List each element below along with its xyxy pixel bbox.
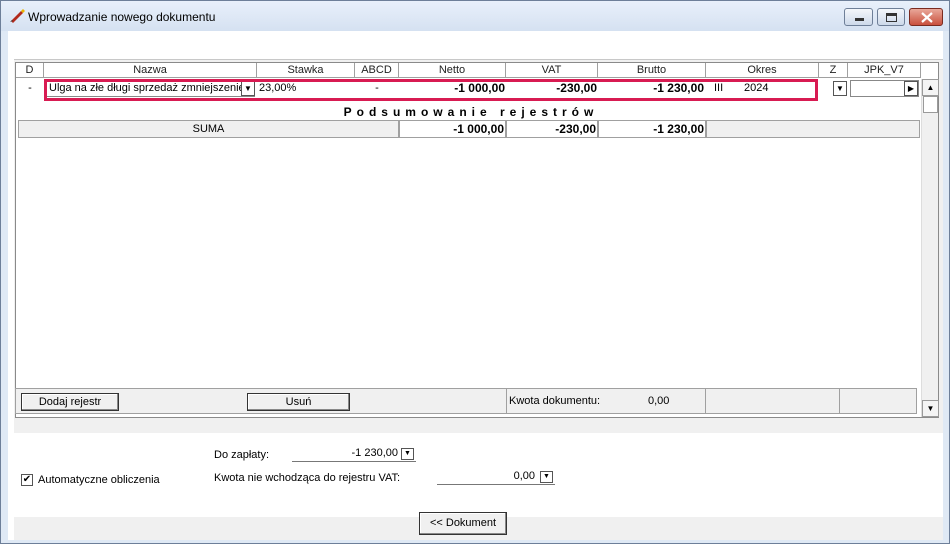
auto-calc-label[interactable]: Automatyczne obliczenia [38,474,160,486]
nazwa-combobox[interactable]: Ulga na złe długi sprzedaż zmniejszenie [46,80,255,97]
client-area: D Nazwa Stawka ABCD Netto VAT Brutto Okr… [8,31,943,540]
vat-cell[interactable]: -230,00 [506,79,597,98]
divider [705,389,706,413]
netto-cell[interactable]: -1 000,00 [399,79,505,98]
remove-label: Usuń [285,396,312,408]
jpk-expand-button[interactable]: ▶ [904,81,918,96]
doc-amount-value: 0,00 [648,395,670,407]
excluded-amount-field[interactable]: 0,00 [437,468,555,485]
summary-filler [706,120,920,138]
excluded-amount-dropdown[interactable]: ▼ [540,471,553,483]
summary-netto: -1 000,00 [399,120,506,138]
row-d-cell: - [28,82,32,94]
window: Wprowadzanie nowego dokumentu D Nazwa St… [0,0,950,544]
nazwa-value: Ulga na złe długi sprzedaż zmniejszenie [49,82,245,94]
back-to-document-button[interactable]: << Dokument [419,512,507,535]
nazwa-dropdown-button[interactable]: ▼ [241,81,255,96]
col-header-okres: Okres [706,63,819,78]
add-register-label: Dodaj rejestr [38,396,102,408]
summary-brutto: -1 230,00 [598,120,706,138]
okres-month-cell[interactable]: III [714,79,744,98]
divider [839,389,840,413]
col-header-d: D [16,63,44,78]
to-pay-dropdown[interactable]: ▼ [401,448,414,460]
title-bar: Wprowadzanie nowego dokumentu [1,1,949,31]
summary-label: SUMA [18,120,399,138]
col-header-z: Z [819,63,848,78]
maximize-icon [886,13,897,22]
summary-title: Podsumowanie rejestrów [343,105,599,119]
summary-vat: -230,00 [506,120,598,138]
auto-calc-checkbox[interactable]: ✔ [21,474,33,486]
add-register-button[interactable]: Dodaj rejestr [21,393,119,411]
chevron-down-icon: ▼ [543,473,550,480]
window-title: Wprowadzanie nowego dokumentu [28,10,216,24]
scroll-down-button[interactable]: ▼ [922,400,939,417]
minimize-button[interactable] [844,8,873,26]
close-icon [921,12,933,23]
excluded-amount-label: Kwota nie wchodząca do rejestru VAT: [214,472,401,484]
col-header-netto: Netto [399,63,506,78]
chevron-down-icon: ▼ [836,84,844,93]
chevron-down-icon: ▼ [244,84,252,93]
remove-button[interactable]: Usuń [247,393,350,411]
divider [506,389,507,413]
doc-amount-label: Kwota dokumentu: [509,395,601,407]
abcd-cell[interactable]: - [355,79,399,98]
minimize-icon [855,18,864,21]
stawka-cell[interactable]: 23,00% [259,79,355,98]
col-header-jpk: JPK_V7 [848,63,921,78]
register-toolbar: Dodaj rejestr Usuń Kwota dokumentu: 0,00 [15,388,917,414]
close-button[interactable] [909,8,943,26]
scroll-up-button[interactable]: ▲ [922,79,939,96]
brutto-cell[interactable]: -1 230,00 [598,79,704,98]
chevron-down-icon: ▼ [926,404,935,413]
scroll-thumb[interactable] [923,96,938,113]
chevron-down-icon: ▼ [404,450,411,457]
to-pay-field[interactable]: -1 230,00 [292,445,416,462]
pen-icon [10,9,25,23]
lower-panel: Do zapłaty: -1 230,00 ▼ ✔ Automatyczne o… [14,433,943,540]
col-header-brutto: Brutto [598,63,706,78]
check-icon: ✔ [22,474,32,485]
to-pay-label: Do zapłaty: [214,449,270,461]
col-header-abcd: ABCD [355,63,399,78]
col-header-vat: VAT [506,63,598,78]
vertical-scrollbar[interactable]: ▲ ▼ [921,79,939,417]
chevron-up-icon: ▲ [926,83,935,92]
okres-year-cell[interactable]: 2024 [744,79,804,98]
col-header-stawka: Stawka [257,63,355,78]
z-dropdown-button[interactable]: ▼ [833,81,847,96]
col-header-nazwa: Nazwa [44,63,257,78]
back-to-document-label: << Dokument [429,517,497,529]
chevron-right-icon: ▶ [907,84,915,93]
vat-register-grid: D Nazwa Stawka ABCD Netto VAT Brutto Okr… [15,62,939,418]
maximize-button[interactable] [877,8,905,26]
